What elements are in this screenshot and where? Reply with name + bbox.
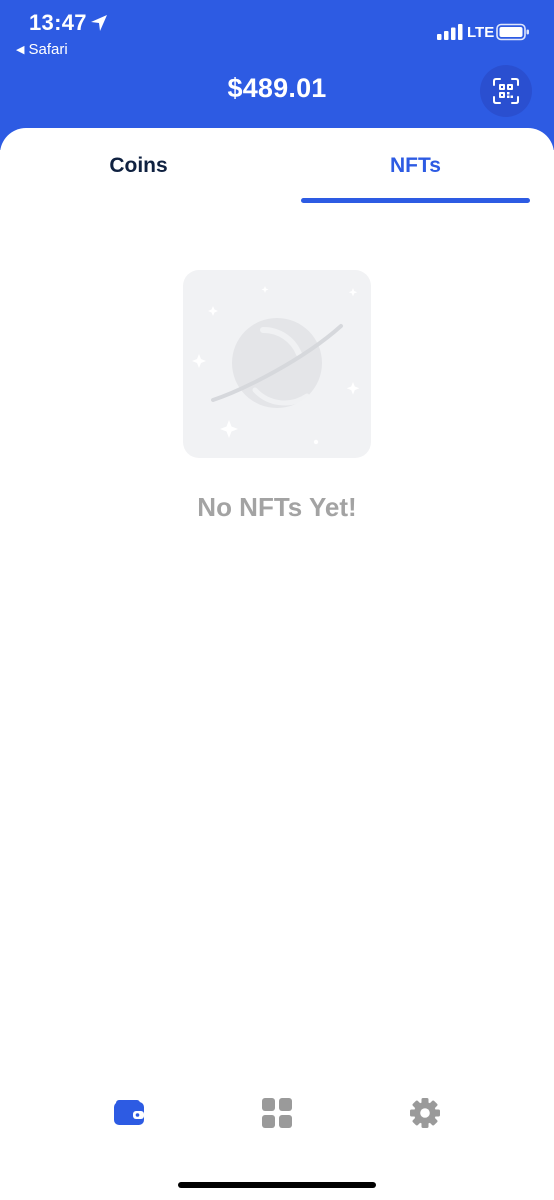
back-triangle-icon: ◀ [16,44,25,56]
home-indicator[interactable] [178,1182,376,1188]
gear-icon [410,1098,440,1128]
signal-icon [437,24,463,40]
nav-wallet[interactable] [112,1096,146,1130]
back-app-label: Safari [28,41,68,58]
qr-scan-button[interactable] [480,65,532,117]
qr-scan-icon [493,78,519,104]
empty-state-illustration [183,270,371,458]
location-arrow-icon [91,15,107,31]
active-tab-indicator [301,198,530,203]
nav-apps[interactable] [260,1096,294,1130]
planet-icon [192,286,360,445]
empty-state-message: No NFTs Yet! [197,492,357,522]
status-time: 13:47 [29,10,87,35]
grid-icon [262,1098,292,1128]
tab-coins[interactable]: Coins [0,154,277,178]
wallet-balance: $489.01 [227,73,327,103]
battery-icon [496,23,529,41]
tab-nfts[interactable]: NFTs [277,154,554,178]
nav-settings[interactable] [408,1096,442,1130]
back-to-app-link[interactable]: ◀ Safari [16,41,68,58]
wallet-icon [114,1100,144,1125]
network-type: LTE [467,24,495,41]
